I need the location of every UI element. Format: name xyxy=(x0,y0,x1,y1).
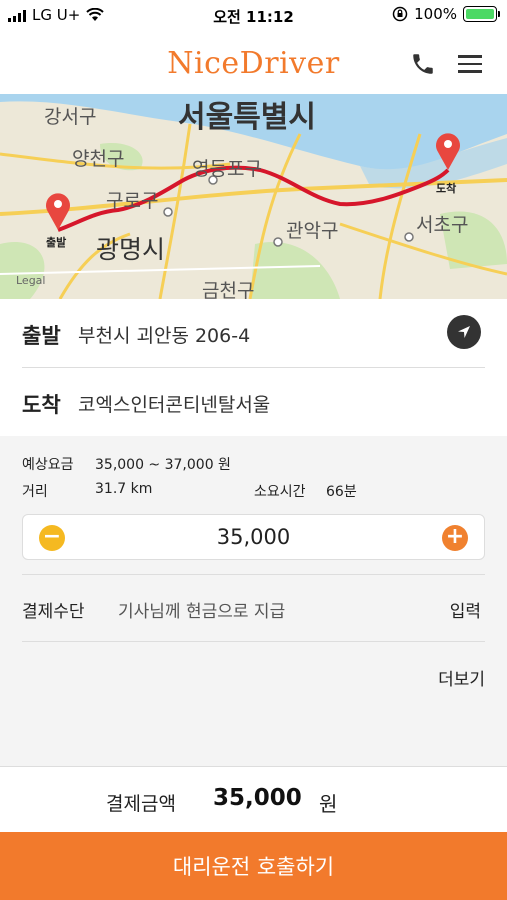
map-label: 구로구 xyxy=(106,190,159,212)
distance-value: 31.7 km xyxy=(95,481,153,497)
distance-label: 거리 xyxy=(22,484,48,500)
arrival-value: 코엑스인터콘티넨탈서울 xyxy=(78,394,271,416)
fare-stepper: − 35,000 + xyxy=(22,514,485,560)
arrival-row[interactable]: 도착 코엑스인터콘티넨탈서울 xyxy=(0,368,507,436)
current-location-button[interactable] xyxy=(447,315,481,349)
map-label: 영등포구 xyxy=(192,158,262,180)
map-label: 서초구 xyxy=(416,214,469,236)
more-button[interactable]: 더보기 xyxy=(438,665,485,690)
navigation-arrow-icon xyxy=(458,326,470,338)
map-label: 광명시 xyxy=(96,235,166,264)
battery-percent: 100% xyxy=(414,5,457,23)
total-label: 결제금액 xyxy=(106,793,176,815)
map-label: 강서구 xyxy=(44,106,97,128)
duration-label: 소요시간 xyxy=(254,484,306,500)
end-marker-label: 도착 xyxy=(436,182,457,195)
arrival-label: 도착 xyxy=(22,393,61,417)
departure-value: 부천시 괴안동 206-4 xyxy=(78,325,251,347)
total-unit: 원 xyxy=(319,792,338,816)
app-header: NiceDriver xyxy=(0,32,507,94)
phone-icon[interactable] xyxy=(405,46,441,82)
map-legal-link[interactable]: Legal xyxy=(16,274,45,287)
map-label: 양천구 xyxy=(72,148,125,170)
plus-icon[interactable]: + xyxy=(442,525,468,551)
battery-icon xyxy=(463,6,500,22)
departure-row[interactable]: 출발 부천시 괴안동 206-4 xyxy=(0,299,507,367)
total-amount: 35,000 xyxy=(213,785,302,811)
map-label: 관악구 xyxy=(286,220,339,242)
payment-input-button[interactable]: 입력 xyxy=(450,597,481,622)
duration-value: 66분 xyxy=(326,484,357,500)
fare-value: 35,000 ~ 37,000 원 xyxy=(95,457,231,473)
departure-label: 출발 xyxy=(22,324,61,348)
total-bar: 결제금액 35,000 원 xyxy=(0,766,507,833)
status-bar: LG U+ 오전 11:12 100% xyxy=(0,0,507,32)
payment-method-label: 결제수단 xyxy=(22,602,85,622)
status-right: 100% xyxy=(392,5,500,23)
divider xyxy=(22,641,485,642)
payment-method-value: 기사님께 현금으로 지급 xyxy=(118,602,286,622)
orientation-lock-icon xyxy=(392,6,408,22)
fare-stepper-value: 35,000 xyxy=(216,525,291,549)
map-label: 금천구 xyxy=(202,280,255,299)
start-marker-label: 출발 xyxy=(46,236,67,249)
call-driver-button[interactable]: 대리운전 호출하기 xyxy=(0,832,507,900)
route-map[interactable]: 강서구 서울특별시 양천구 영등포구 구로구 광명시 관악구 서초구 금천구 L… xyxy=(0,94,507,299)
map-label: 서울특별시 xyxy=(178,100,316,135)
menu-icon[interactable] xyxy=(452,46,488,82)
divider xyxy=(22,574,485,575)
fare-label: 예상요금 xyxy=(22,457,74,473)
